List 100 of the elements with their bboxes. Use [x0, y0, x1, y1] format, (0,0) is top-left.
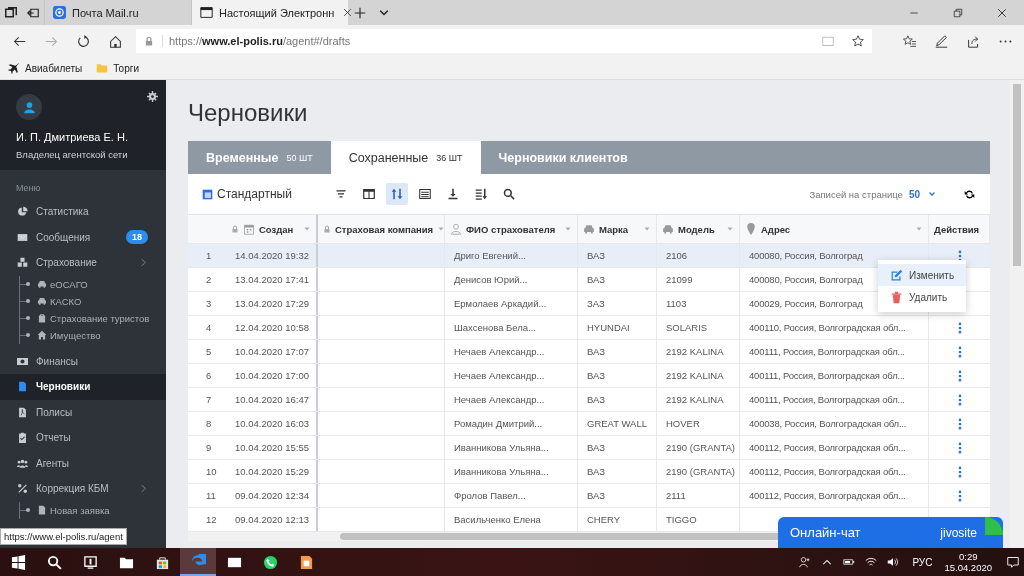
row-number: 9 — [206, 442, 212, 453]
column-header[interactable]: Модель — [657, 215, 740, 243]
sidebar-item[interactable]: Страхование — [0, 250, 166, 276]
table-cell: ВАЗ — [587, 490, 605, 501]
menu-item[interactable]: Изменить — [878, 264, 966, 286]
table-cell: 400038, Россия, Волгоградская обл... — [749, 418, 907, 429]
column-header[interactable]: Марка — [578, 215, 657, 243]
table-row[interactable]: 4 12.04.2020 10:58 Шахсенова Бела... HYUNDAI SOLARIS 400110, Россия, Волгоградская обл... — [188, 316, 990, 340]
sidebar-item[interactable]: Коррекция КБМ — [0, 476, 166, 502]
table-cell: ВАЗ — [587, 250, 605, 261]
sidebar-item[interactable]: Финансы — [0, 348, 166, 374]
table-cell: ВАЗ — [587, 370, 605, 381]
address-bar[interactable]: https://www.el-polis.ru/agent#/drafts — [136, 29, 872, 53]
sidebar-item[interactable]: Сообщения 18 — [0, 224, 166, 250]
table-row[interactable]: 9 10.04.2020 15:55 Иванникова Ульяна... ВАЗ 2190 (GRANTA) 400112, Россия, Волгоградская обл... — [188, 436, 990, 460]
column-header[interactable]: Страховая компания — [318, 215, 445, 243]
bookmark-link[interactable]: Авиабилеты — [8, 62, 83, 74]
table-cell: 400080, Россия, Волгоград — [749, 274, 863, 285]
table-cell: ВАЗ — [587, 274, 605, 285]
table-cell: Нечаев Александр... — [454, 346, 545, 357]
table-cell: 09.04.2020 12:34 — [235, 490, 309, 501]
table-row[interactable]: 5 10.04.2020 17:07 Нечаев Александр... ВАЗ 2192 KALINA 400111, Россия, Волгоградская обл... — [188, 340, 990, 364]
table-cell: 2192 KALINA — [666, 394, 724, 405]
table-cell: 2111 — [666, 490, 686, 501]
chat-dialog[interactable]: Онлайн-чат jivosite — [778, 517, 1003, 548]
row-number: 1 — [206, 250, 212, 261]
page-size-select[interactable]: 50 — [908, 188, 936, 200]
row-number: 11 — [206, 490, 216, 501]
table-cell: 21099 — [666, 274, 693, 285]
table-cell: Денисов Юрий... — [454, 274, 528, 285]
menu-heading: Меню — [15, 182, 42, 195]
sidebar-item[interactable]: Черновики — [0, 374, 166, 400]
table-cell: Ромадин Дмитрий... — [454, 418, 543, 429]
table-cell: ВАЗ — [587, 346, 605, 357]
table-cell: Нечаев Александр... — [454, 370, 545, 381]
table-row[interactable]: 1 14.04.2020 19:32 Дриго Евгений... ВАЗ 2106 400080, Россия, Волгоград — [188, 244, 990, 268]
sidebar-subitem[interactable]: еОСАГО — [20, 275, 166, 293]
table-row[interactable]: 7 10.04.2020 16:47 Нечаев Александр... ВАЗ 2192 KALINA 400111, Россия, Волгоградская обл... — [188, 388, 990, 412]
table-cell: 10.04.2020 17:07 — [235, 346, 309, 357]
table-cell: TIGGO — [666, 514, 697, 525]
table-row[interactable]: 11 09.04.2020 12:34 Фролов Павел... ВАЗ 2111 400112, Россия, Волгоградская обл... — [188, 484, 990, 508]
table-cell: 10.04.2020 16:47 — [235, 394, 309, 405]
table-cell: GREAT WALL — [587, 418, 647, 429]
table-cell: Ермолаев Аркадий... — [454, 298, 547, 309]
row-number: 8 — [206, 418, 212, 429]
sidebar-subitem[interactable]: Страхование туристов — [20, 309, 166, 327]
column-header[interactable]: Адрес — [740, 215, 929, 243]
table-cell: 10.04.2020 15:55 — [235, 442, 309, 453]
table-cell: 400111, Россия, Волгоградская обл... — [749, 346, 905, 357]
row-number: 3 — [206, 298, 212, 309]
table-cell: 2190 (GRANTA) — [666, 466, 735, 477]
column-header[interactable]: ФИО страхователя — [445, 215, 578, 243]
table-cell: 1103 — [666, 298, 687, 309]
table-cell: ЗАЗ — [587, 298, 605, 309]
sidebar-subitem[interactable]: КАСКО — [20, 292, 166, 310]
table-cell: HYUNDAI — [587, 322, 630, 333]
table-cell: 09.04.2020 12:13 — [235, 514, 309, 525]
table-cell: 400112, Россия, Волгоградская обл... — [749, 466, 906, 477]
table-cell: 400112, Россия, Волгоградская обл... — [749, 490, 906, 501]
table-cell: 400110, Россия, Волгоградская обл... — [749, 322, 906, 333]
bookmark-link[interactable]: Торги — [96, 62, 139, 74]
clock[interactable]: 0:29 15.04.2020 — [944, 548, 992, 576]
sidebar-item[interactable]: Агенты — [0, 450, 166, 476]
row-number: 4 — [206, 322, 212, 333]
status-url: https://www.el-polis.ru/agent — [0, 528, 127, 545]
table-cell: ВАЗ — [587, 394, 605, 405]
table-cell: 400029, Россия, Волгоград — [749, 298, 863, 309]
view-selector[interactable]: Стандартный — [202, 187, 292, 201]
browser-tab[interactable]: Настоящий Электронн — [191, 0, 348, 25]
table-cell: Шахсенова Бела... — [454, 322, 536, 333]
table-cell: 12.04.2020 10:58 — [235, 322, 309, 333]
tab[interactable]: Сохраненные 36 ШТ — [330, 141, 481, 174]
table-cell: 400111, Россия, Волгоградская обл... — [749, 370, 905, 381]
row-number: 6 — [206, 370, 212, 381]
sidebar-item[interactable]: Статистика — [0, 199, 166, 225]
sidebar-item[interactable]: Отчеты — [0, 425, 166, 451]
user-name: И. П. Дмитриева Е. Н. — [16, 131, 129, 143]
table-cell: 10.04.2020 16:03 — [235, 418, 309, 429]
sidebar-subitem[interactable]: Имущество — [20, 326, 166, 344]
sidebar-item[interactable]: Полисы — [0, 399, 166, 425]
unread-count: 18 — [126, 230, 148, 245]
table-cell: ВАЗ — [587, 442, 605, 453]
row-number: 10 — [206, 466, 217, 477]
column-header[interactable]: Действия — [929, 215, 990, 243]
user-role: Владелец агентской сети — [16, 149, 129, 160]
page-title: Черновики — [188, 98, 309, 128]
table-cell: 2106 — [666, 250, 688, 261]
table-cell: ВАЗ — [587, 466, 605, 477]
table-row[interactable]: 6 10.04.2020 17:00 Нечаев Александр... ВАЗ 2192 KALINA 400111, Россия, Волгоградская обл... — [188, 364, 990, 388]
table-cell: Васильченко Елена — [454, 514, 541, 525]
table-cell: 10.04.2020 17:00 — [235, 370, 309, 381]
table-row[interactable]: 10 10.04.2020 15:29 Иванникова Ульяна... ВАЗ 2190 (GRANTA) 400112, Россия, Волгоградская обл... — [188, 460, 990, 484]
table-cell: Фролов Павел... — [454, 490, 526, 501]
table-cell: 400111, Россия, Волгоградская обл... — [749, 394, 905, 405]
sidebar-subitem[interactable]: Новая заявка — [20, 501, 166, 519]
table-cell: 400112, Россия, Волгоградская обл... — [749, 442, 906, 453]
table-cell: HOVER — [666, 418, 700, 429]
table-row[interactable]: 8 10.04.2020 16:03 Ромадин Дмитрий... GREAT WALL HOVER 400038, Россия, Волгоградская обл... — [188, 412, 990, 436]
table-cell: Иванникова Ульяна... — [454, 442, 549, 453]
input-language[interactable]: РУС — [912, 556, 933, 568]
